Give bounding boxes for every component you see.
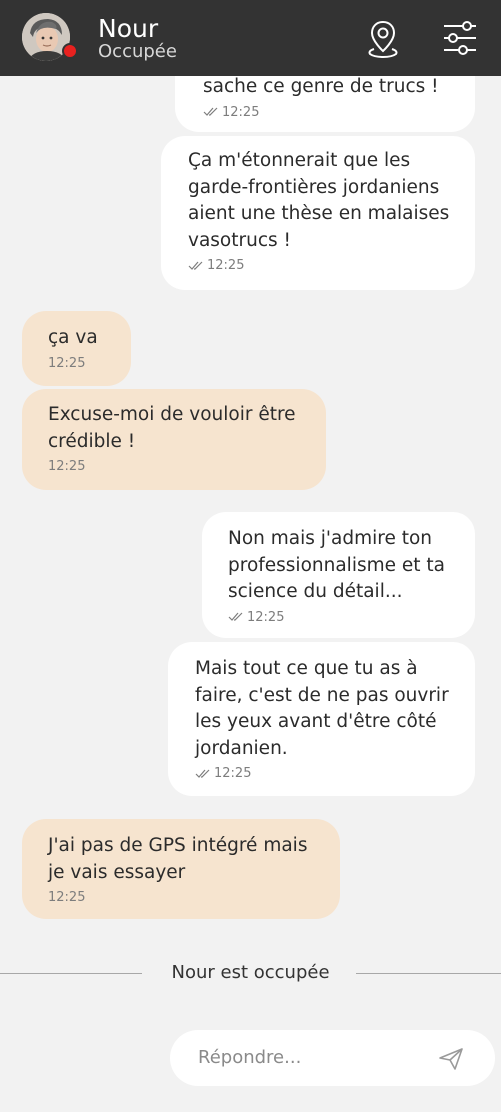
contact-name: Nour	[98, 14, 159, 43]
double-check-icon	[228, 612, 243, 621]
message-text: ça va	[48, 327, 98, 348]
message-time: 12:25	[48, 890, 86, 905]
message-meta: 12:25	[195, 766, 459, 781]
message-bubble-outgoing[interactable]: Non mais j'admire ton professionnalisme …	[202, 512, 475, 638]
contact-status: Occupée	[98, 41, 177, 62]
message-bubble-outgoing[interactable]: Mais tout ce que tu as à faire, c'est de…	[168, 642, 475, 796]
map-pin-icon[interactable]	[364, 18, 402, 58]
message-bubble-incoming[interactable]: ça va 12:25	[22, 311, 131, 386]
message-text: J'ai pas de GPS intégré mais je vais ess…	[48, 835, 308, 883]
message-time: 12:25	[48, 459, 86, 474]
message-meta: 12:25	[48, 356, 111, 371]
message-meta: 12:25	[203, 105, 451, 120]
message-text: Non mais j'admire ton professionnalisme …	[228, 528, 445, 602]
message-text: Ça m'étonnerait que les garde-frontières…	[188, 150, 450, 251]
message-time: 12:25	[48, 355, 86, 371]
message-bubble-incoming[interactable]: Excuse-moi de vouloir être crédible ! 12…	[22, 389, 326, 490]
message-meta: 12:25	[188, 258, 455, 273]
message-text: Excuse-moi de vouloir être crédible !	[48, 404, 296, 452]
message-time: 12:25	[207, 258, 245, 273]
reply-input[interactable]	[196, 1046, 420, 1069]
message-time: 12:25	[222, 104, 260, 120]
message-text: Mais tout ce que tu as à faire, c'est de…	[195, 658, 449, 759]
reply-box	[170, 1030, 495, 1086]
message-meta: 12:25	[48, 890, 324, 905]
message-text: sache ce genre de trucs !	[203, 76, 439, 97]
busy-status-dot	[62, 43, 78, 59]
message-meta: 12:25	[48, 459, 310, 474]
status-separator: Nour est occupée	[171, 962, 330, 983]
chat-header: Nour Occupée	[0, 0, 501, 76]
sliders-icon[interactable]	[441, 18, 479, 58]
double-check-icon	[203, 107, 218, 116]
message-meta: 12:25	[228, 610, 461, 625]
double-check-icon	[188, 261, 203, 270]
message-bubble-incoming[interactable]: J'ai pas de GPS intégré mais je vais ess…	[22, 819, 340, 919]
double-check-icon	[195, 769, 210, 778]
message-time: 12:25	[247, 609, 285, 625]
message-time: 12:25	[214, 766, 252, 781]
paper-plane-icon[interactable]	[438, 1046, 464, 1072]
message-bubble-outgoing[interactable]: Ça m'étonnerait que les garde-frontières…	[161, 136, 475, 290]
